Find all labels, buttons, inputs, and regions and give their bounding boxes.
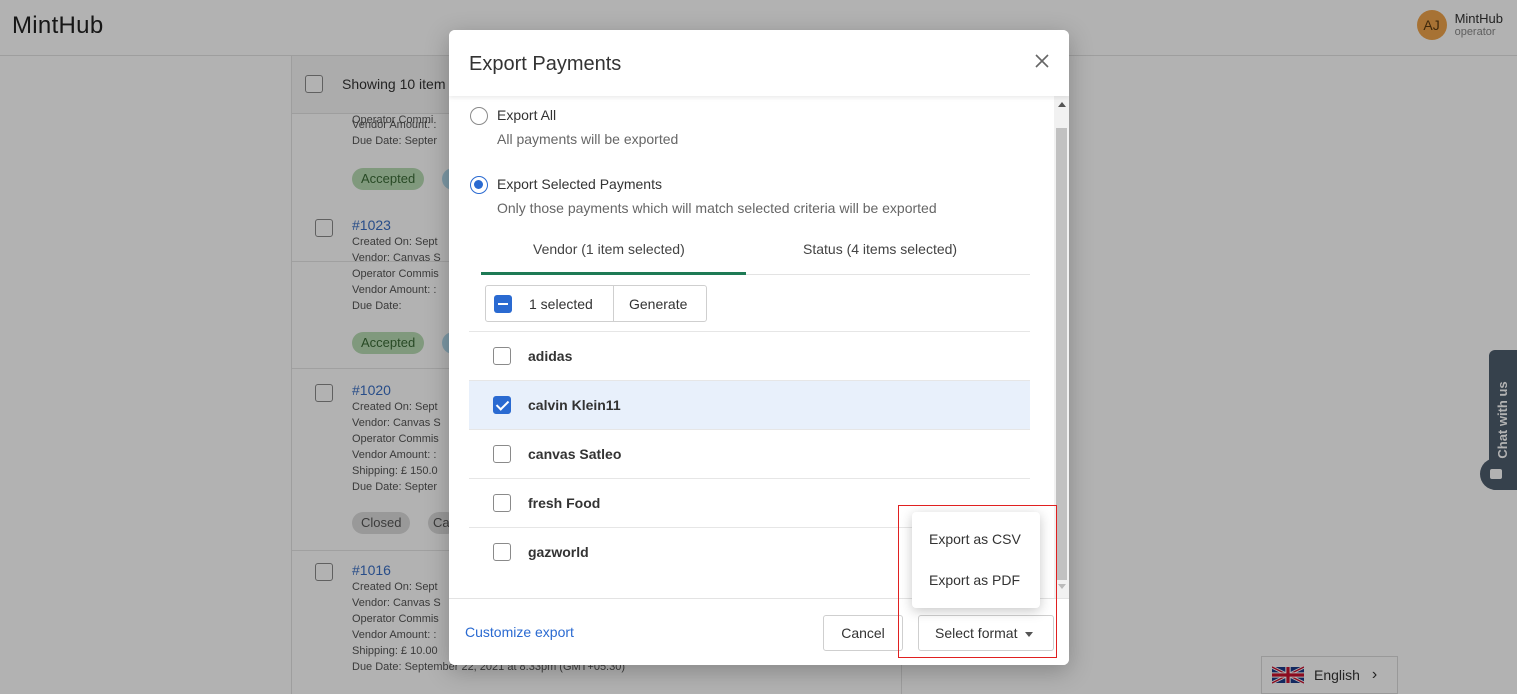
vendor-name: calvin Klein11 <box>528 397 621 413</box>
cancel-button[interactable]: Cancel <box>823 615 903 651</box>
scroll-up-arrow-icon[interactable] <box>1058 102 1066 107</box>
tab-vendor[interactable]: Vendor (1 item selected) <box>533 241 685 257</box>
scroll-down-arrow-icon[interactable] <box>1058 584 1066 589</box>
close-icon[interactable] <box>1031 50 1053 72</box>
export-selected-label[interactable]: Export Selected Payments <box>497 176 662 192</box>
modal-header: Export Payments <box>449 30 1069 96</box>
export-all-radio[interactable] <box>470 107 488 125</box>
export-selected-radio[interactable] <box>470 176 488 194</box>
customize-export-link[interactable]: Customize export <box>465 624 574 640</box>
indeterminate-checkbox[interactable] <box>494 295 512 313</box>
vendor-checkbox[interactable] <box>493 347 511 365</box>
vendor-name: fresh Food <box>528 495 601 511</box>
tab-status[interactable]: Status (4 items selected) <box>803 241 957 257</box>
highlight-annotation <box>898 505 1057 658</box>
generate-button[interactable]: Generate <box>629 296 687 312</box>
vendor-row[interactable]: adidas <box>469 331 1030 380</box>
vendor-checkbox[interactable] <box>493 543 511 561</box>
vendor-name: gazworld <box>528 544 589 560</box>
vendor-checkbox[interactable] <box>493 445 511 463</box>
export-selected-description: Only those payments which will match sel… <box>497 200 937 216</box>
criteria-tabs: Vendor (1 item selected) Status (4 items… <box>481 231 1030 275</box>
modal-title: Export Payments <box>469 53 622 75</box>
active-tab-indicator <box>481 272 746 275</box>
scroll-thumb[interactable] <box>1056 128 1067 580</box>
vendor-row[interactable]: calvin Klein11 <box>469 380 1030 429</box>
export-all-label[interactable]: Export All <box>497 107 556 123</box>
vendor-name: adidas <box>528 348 573 364</box>
export-all-description: All payments will be exported <box>497 131 679 147</box>
bulk-selection-bar: 1 selected Generate <box>485 285 707 322</box>
vendor-checkbox[interactable] <box>493 396 511 414</box>
divider <box>613 286 614 321</box>
vendor-checkbox[interactable] <box>493 494 511 512</box>
vendor-row[interactable]: canvas Satleo <box>469 429 1030 478</box>
selected-count: 1 selected <box>529 296 593 312</box>
vendor-name: canvas Satleo <box>528 446 622 462</box>
